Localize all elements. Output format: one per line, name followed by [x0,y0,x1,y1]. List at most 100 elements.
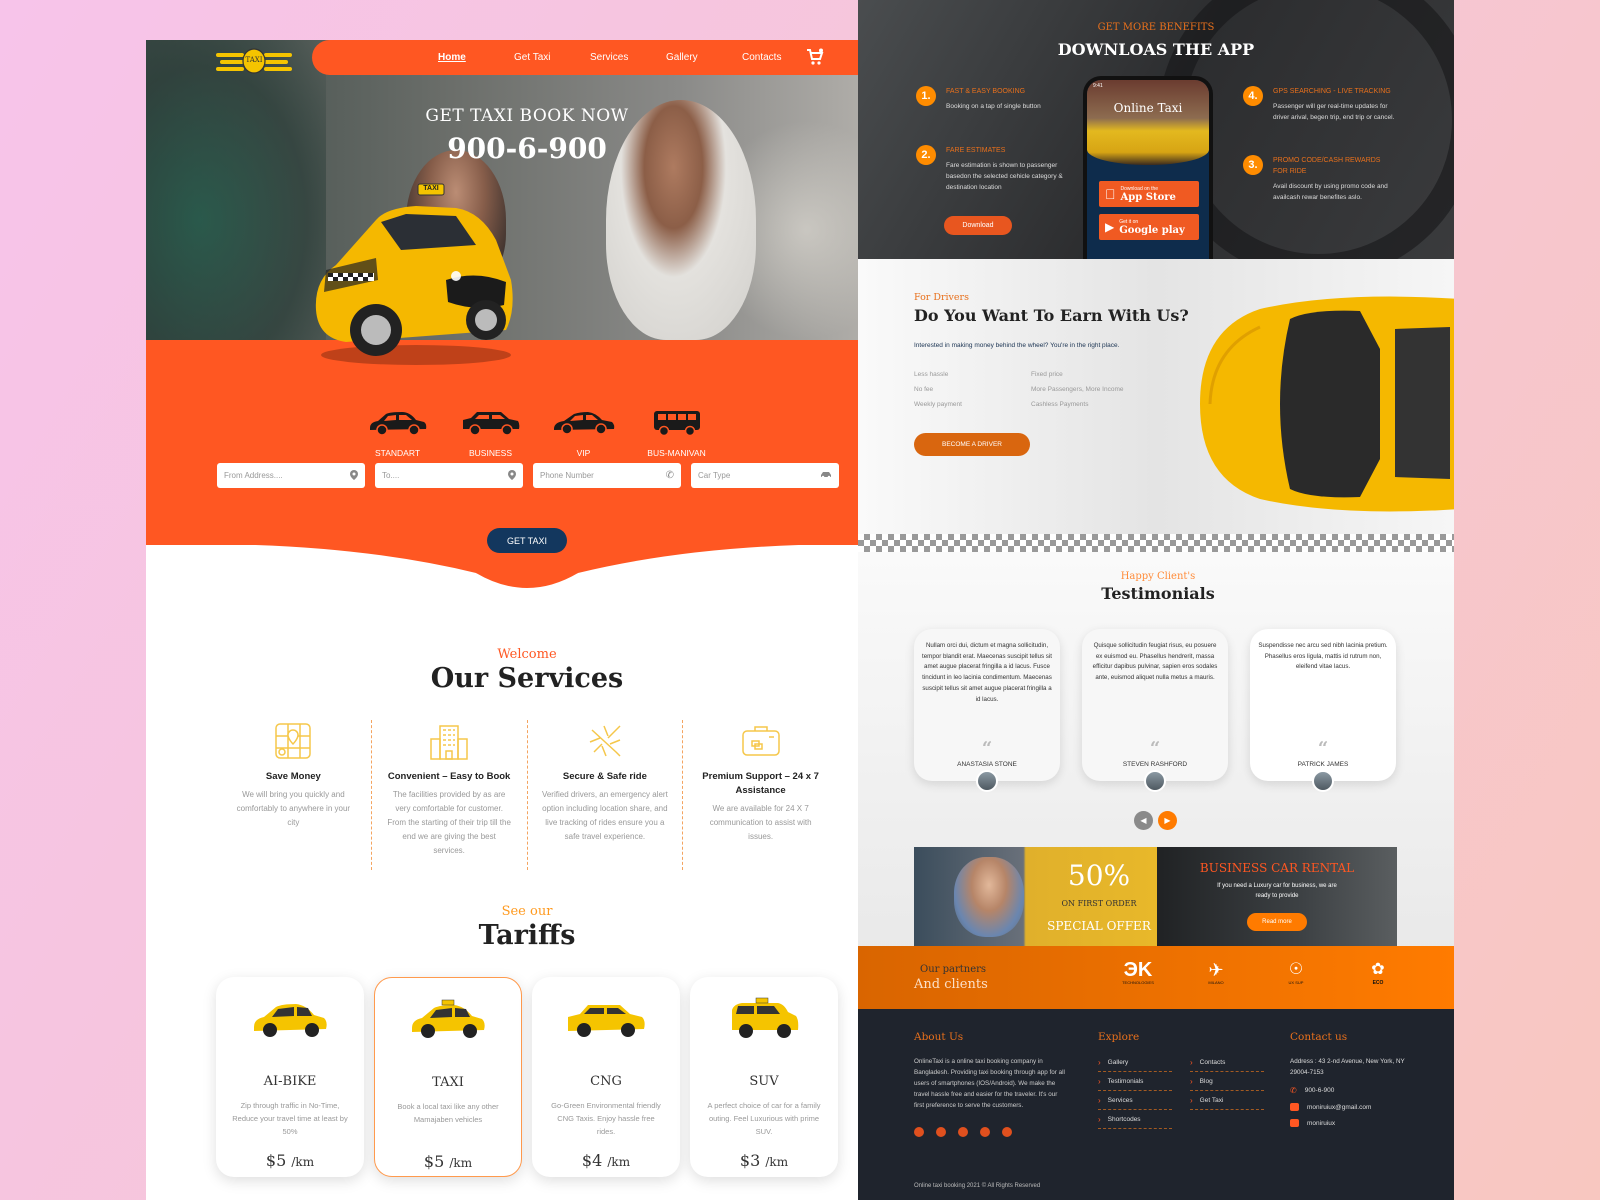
app-store-button[interactable]:  Download on theApp Store [1099,181,1199,207]
phone-number-placeholder: Phone Number [540,471,594,480]
google-play-button[interactable]: ▶ Get it on Google play [1099,214,1199,240]
skype-icon[interactable] [1002,1127,1012,1137]
from-address-input[interactable]: From Address.... [217,463,365,488]
partner-caption: MILANO [1208,980,1224,985]
app-feature-3: 3. PROMO CODE/CASH REWARDS FOR RIDE Avai… [1243,155,1393,203]
landing-page-right: GET MORE BENEFITS DOWNLOAS THE APP 1. FA… [858,0,1454,1200]
testimonial-card: Quisque sollicitudin feugiat risus, eu p… [1082,629,1228,792]
hero-phone-number[interactable]: 900-6-900 [146,132,908,165]
pinterest-icon[interactable] [958,1127,968,1137]
to-address-placeholder: To.... [382,471,400,480]
carousel-next-button[interactable]: ▶ [1158,811,1177,830]
footer-link-gallery[interactable]: › Gallery [1098,1053,1172,1072]
app-feature-2: 2. FARE ESTIMATES Fare estimation is sho… [916,145,1066,193]
partners-line1: Our partners [920,964,987,975]
avatar [1312,770,1334,792]
car-type-standart[interactable]: STANDART [351,408,444,458]
car-type-select[interactable]: Car Type [691,463,839,488]
services-list: Save Money We will bring you quickly and… [216,720,838,870]
tariff-card-taxi[interactable]: TAXI Book a local taxi like any other Ma… [374,977,522,1177]
link-label: Contacts [1199,1058,1226,1066]
car-type-bus[interactable]: BUS-MANIVAN [630,408,723,458]
link-label: Shortcodes [1107,1115,1141,1123]
drivers-title: Do You Want To Earn With Us? [914,306,1189,325]
to-address-input[interactable]: To.... [375,463,523,488]
taxi-roof-sign: TAXI [423,185,439,192]
footer-link-blog[interactable]: › Blog [1190,1072,1264,1091]
avatar [1144,770,1166,792]
car-type-vip[interactable]: VIP [537,408,630,458]
testimonial-quote: Quisque sollicitudin feugiat risus, eu p… [1092,642,1218,682]
price-unit: /km [765,1155,789,1169]
chevron-right-icon: › [1190,1095,1193,1105]
tariff-card-ai-bike[interactable]: AI-BIKE Zip through traffic in No-Time, … [216,977,364,1177]
app-store-label: App Store [1110,191,1176,203]
tariff-card-cng[interactable]: CNG Go-Green Environmental friendly CNG … [532,977,680,1177]
carousel-prev-button[interactable]: ◀ [1134,811,1153,830]
link-label: Blog [1199,1077,1213,1085]
contact-email[interactable]: moniruiux@gmail.com [1290,1103,1410,1111]
hero-background-blur [146,40,326,340]
footer-link-get-taxi[interactable]: › Get Taxi [1190,1091,1264,1110]
map-pin-icon [350,469,358,482]
app-feature-1: 1. FAST & EASY BOOKING Booking on a tap … [916,86,1076,112]
chevron-right-icon: › [1190,1076,1193,1086]
cart-icon[interactable] [806,48,824,71]
car-type-business[interactable]: BUSINESS [444,408,537,458]
footer-link-contacts[interactable]: › Contacts [1190,1053,1264,1072]
feature-desc: Fare estimation is shown to passenger ba… [946,162,1063,191]
partner-logo-dk[interactable]: ЭK TECHNOLOGIES [1118,960,1158,985]
building-icon [386,720,513,762]
get-taxi-button[interactable]: GET TAXI [487,528,567,553]
contact-phone[interactable]: ✆ 900-6-900 [1290,1086,1410,1095]
link-label: Testimonials [1107,1077,1144,1085]
read-more-button[interactable]: Read more [1247,913,1307,931]
feature-desc: Booking on a tap of single button [946,103,1041,110]
nav-gallery[interactable]: Gallery [666,52,742,63]
tariff-name: SUV [749,1074,779,1089]
facebook-icon[interactable] [980,1127,990,1137]
feature-number: 1. [916,86,936,106]
service-desc: We are available for 24 X 7 communicatio… [709,804,812,841]
contact-skype[interactable]: moniruiux [1290,1119,1410,1127]
partner-logo-milano[interactable]: ✈ MILANO [1196,960,1236,985]
tariffs-title: Tariffs [478,920,576,951]
drivers-subtitle: For Drivers [914,292,969,303]
become-driver-button[interactable]: BECOME A DRIVER [914,433,1030,456]
footer-link-services[interactable]: › Services [1098,1091,1172,1110]
app-subtitle: GET MORE BENEFITS [1097,22,1215,33]
suitcase-icon [697,720,824,762]
download-button[interactable]: Download [944,216,1012,235]
nav-get-taxi[interactable]: Get Taxi [514,52,590,63]
partner-logo-eco[interactable]: ✿ ECO [1358,960,1398,986]
chevron-right-icon: › [1098,1114,1101,1124]
rental-desc: If you need a Luxury car for business, w… [1217,883,1337,899]
partner-logo-uxsup[interactable]: ☉ UX SUP [1276,960,1316,985]
google-plus-icon[interactable] [914,1127,924,1137]
tariff-car-image [216,989,364,1049]
tariff-name: CNG [590,1074,622,1089]
feature-number: 3. [1243,155,1263,175]
taxi-logo[interactable]: TAXI [216,48,292,74]
drivers-section: For Drivers Do You Want To Earn With Us?… [858,259,1454,534]
service-title: Convenient – Easy to Book [387,771,511,782]
nav-home[interactable]: Home [438,52,514,63]
offer-line2: SPECIAL OFFER [1047,919,1151,933]
download-app-section: GET MORE BENEFITS DOWNLOAS THE APP 1. FA… [858,0,1454,280]
google-play-label: Google play [1119,224,1185,236]
testimonial-name: ANASTASIA STONE [957,761,1017,768]
feature-title: FARE ESTIMATES [946,147,1006,154]
phone-number-input[interactable]: Phone Number ✆ [533,463,681,488]
tariff-name: AI-BIKE [263,1074,317,1089]
footer-link-testimonials[interactable]: › Testimonials [1098,1072,1172,1091]
tariff-name: TAXI [432,1075,464,1090]
twitter-icon[interactable] [936,1127,946,1137]
tariff-card-suv[interactable]: SUV A perfect choice of car for a family… [690,977,838,1177]
skype-icon [1290,1119,1299,1127]
car-type-selector: STANDART BUSINESS VIP BUS-MANIVAN [351,408,723,458]
testimonials-title: Testimonials [1101,584,1215,603]
first-order-offer: 50% ON FIRST ORDER SPECIAL OFFER [914,847,1157,946]
airplane-logo-icon: ✈ [1208,960,1224,980]
nav-services[interactable]: Services [590,52,666,63]
footer-link-shortcodes[interactable]: › Shortcodes [1098,1110,1172,1129]
